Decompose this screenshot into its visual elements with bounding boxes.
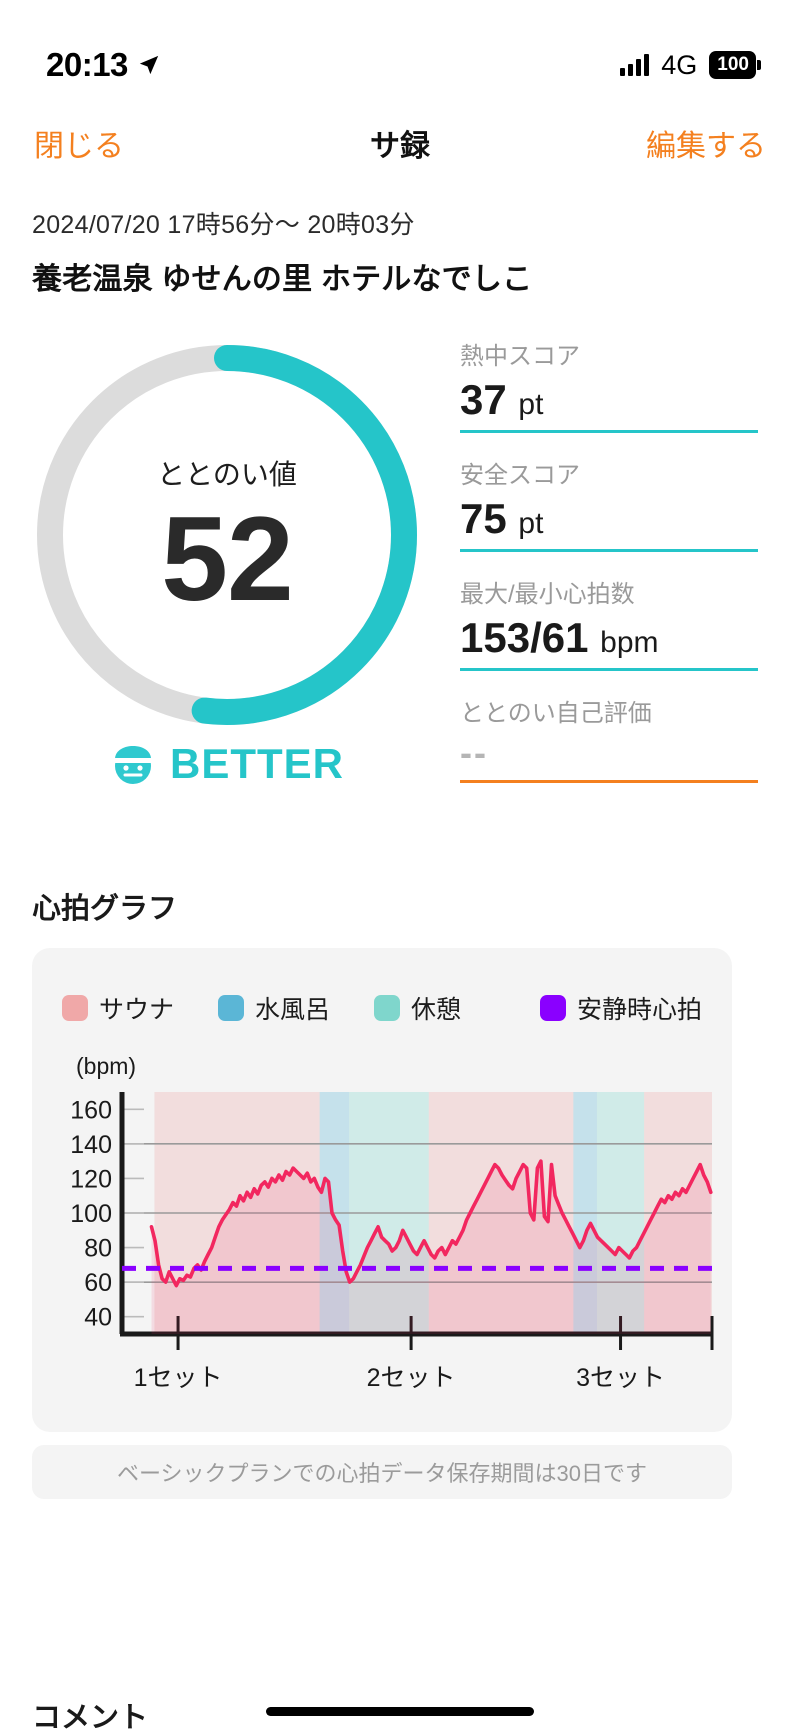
status-bar: 20:13 4G 100 <box>0 0 800 100</box>
stat-value: 75 pt <box>460 495 758 549</box>
rank-row: BETTER <box>22 740 432 788</box>
legend-label: サウナ <box>99 996 175 1024</box>
legend-swatch <box>218 995 245 1021</box>
battery-indicator: 100 <box>709 51 756 79</box>
stat-unit: pt <box>518 507 544 541</box>
stat-unit: bpm <box>600 626 659 660</box>
status-bar-left: 20:13 <box>46 46 160 84</box>
y-tick-label: 120 <box>70 1165 112 1193</box>
x-tick-label: 2セット <box>366 1364 456 1392</box>
heart-rate-graph-title: 心拍グラフ <box>32 893 178 925</box>
x-tick-label: 1セット <box>133 1364 223 1392</box>
y-tick-label: 80 <box>84 1235 112 1263</box>
stat-safety-score: 安全スコア 75 pt <box>460 455 758 553</box>
stat-label: ととのい自己評価 <box>460 700 652 728</box>
legend-item-cold-bath: 水風呂 <box>218 990 330 1026</box>
stat-value: 37 pt <box>460 376 758 430</box>
home-indicator <box>266 1707 534 1716</box>
page-title: サ録 <box>370 130 430 163</box>
session-datetime: 2024/07/20 17時56分〜 20時03分 <box>32 211 415 239</box>
stat-heat-score: 熱中スコア 37 pt <box>460 336 758 434</box>
status-bar-right: 4G 100 <box>620 50 756 81</box>
y-tick-label: 40 <box>84 1304 112 1332</box>
legend-item-rest: 休憩 <box>374 990 461 1026</box>
app-screen: 20:13 4G 100 閉じる サ録 編集する 2024/07/20 17時5… <box>0 0 800 1732</box>
stat-underline <box>460 430 758 434</box>
x-axis-labels: 1セット 2セット 3セット <box>32 1358 732 1398</box>
score-ring-svg <box>37 345 417 725</box>
stat-max-min-hr: 最大/最小心拍数 153/61 bpm <box>460 574 758 672</box>
stat-label: 安全スコア <box>460 462 580 490</box>
venue-name: 養老温泉 ゆせんの里 ホテルなでしこ <box>32 263 533 296</box>
stat-label: 最大/最小心拍数 <box>460 581 635 609</box>
chart-legend: サウナ 水風呂 休憩 安静時心拍 <box>62 990 702 1026</box>
y-axis-unit-label: (bpm) <box>76 1053 137 1079</box>
legend-label: 休憩 <box>411 996 462 1024</box>
legend-label: 安静時心拍 <box>576 996 702 1024</box>
legend-item-sauna: サウナ <box>62 990 174 1026</box>
y-tick-label: 160 <box>70 1096 112 1124</box>
y-tick-label: 60 <box>84 1269 112 1297</box>
totonoi-score-ring: ととのい値 52 <box>22 338 432 738</box>
cellular-signal-icon <box>620 54 650 76</box>
sauna-hat-face-icon <box>113 746 153 784</box>
stat-underline <box>460 668 758 672</box>
legend-item-resting-hr: 安静時心拍 <box>539 990 702 1026</box>
stat-number: 153/61 <box>460 614 589 662</box>
stat-number: 37 <box>460 376 507 423</box>
legend-label: 水風呂 <box>255 996 331 1024</box>
stat-value: 153/61 bpm <box>460 614 758 668</box>
stat-value: -- <box>460 732 488 774</box>
x-tick-label: 3セット <box>576 1364 665 1392</box>
stat-number: 75 <box>460 495 507 543</box>
network-type-label: 4G <box>661 49 698 80</box>
comment-section-title: コメント <box>32 1702 149 1732</box>
legend-swatch <box>539 995 566 1021</box>
stat-underline <box>460 549 758 553</box>
legend-swatch <box>374 995 401 1021</box>
y-tick-label: 140 <box>70 1131 112 1159</box>
stat-label: 熱中スコア <box>460 343 580 370</box>
heart-rate-chart-svg: 160 140 120 100 80 60 40 <box>70 1092 714 1350</box>
heart-rate-plot: 160 140 120 100 80 60 40 <box>46 1088 718 1368</box>
stat-unit: pt <box>518 388 544 421</box>
y-tick-label: 100 <box>70 1200 112 1228</box>
legend-swatch <box>62 995 88 1021</box>
location-arrow-icon <box>139 55 159 75</box>
clock-time: 20:13 <box>46 46 128 83</box>
rank-label: BETTER <box>170 740 344 787</box>
heart-rate-graph-card: サウナ 水風呂 休憩 安静時心拍 (bpm) 160 140 120 100 80 60 4… <box>32 948 732 1432</box>
stats-panel: 熱中スコア 37 pt 安全スコア 75 pt 最大/最小心拍数 153/61 … <box>460 336 758 805</box>
navigation-bar: 閉じる サ録 編集する <box>0 104 800 182</box>
plan-footnote: ベーシックプランでの心拍データ保存期間は30日です <box>32 1445 732 1499</box>
stat-self-rating[interactable]: ととのい自己評価 -- <box>460 693 758 784</box>
stat-underline <box>460 780 758 784</box>
